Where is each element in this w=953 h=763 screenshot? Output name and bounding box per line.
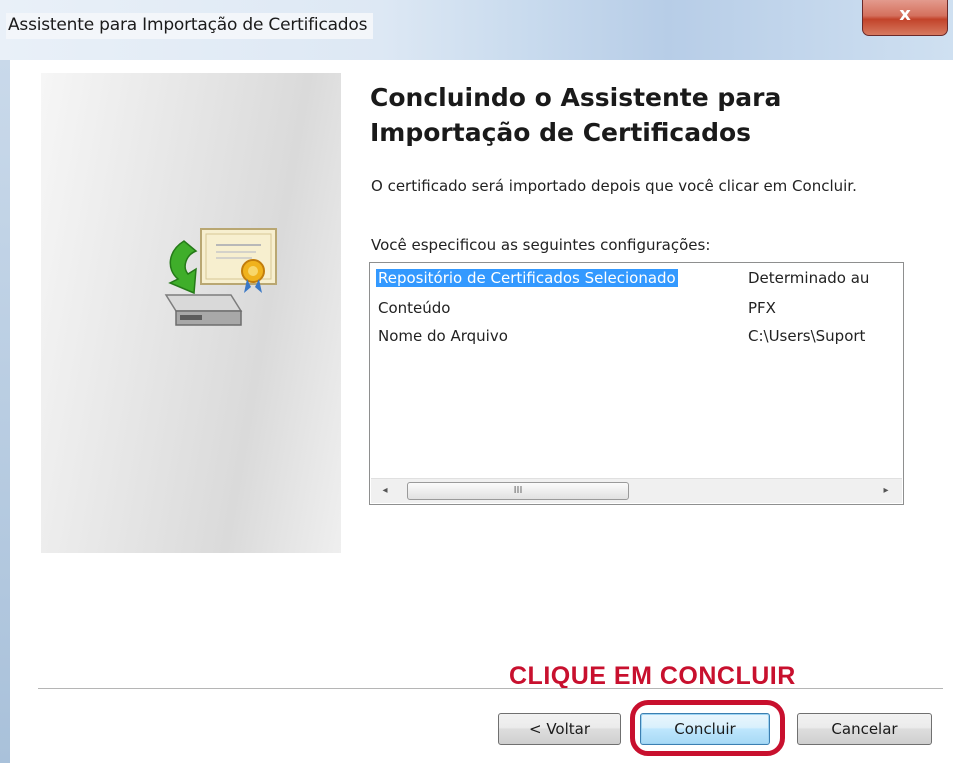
close-icon: x bbox=[899, 4, 911, 25]
scroll-grip-icon: III bbox=[513, 485, 523, 496]
setting-value: Determinado au bbox=[748, 269, 870, 287]
back-button[interactable]: < Voltar bbox=[498, 713, 621, 745]
scroll-thumb[interactable]: III bbox=[407, 482, 629, 500]
setting-value: PFX bbox=[748, 299, 776, 317]
page-title-line1: Concluindo o Assistente para bbox=[370, 83, 782, 112]
scroll-right-icon[interactable]: ▸ bbox=[878, 482, 894, 500]
page-title-line2: Importação de Certificados bbox=[370, 118, 752, 147]
setting-value: C:\Users\Suport bbox=[748, 327, 866, 345]
settings-label: Você especificou as seguintes configuraç… bbox=[371, 236, 711, 254]
title-bar[interactable]: Assistente para Importação de Certificad… bbox=[0, 0, 953, 60]
settings-list[interactable]: Repositório de Certificados Selecionado … bbox=[369, 262, 904, 505]
footer-divider-highlight bbox=[38, 689, 943, 690]
close-button[interactable]: x bbox=[862, 0, 948, 36]
setting-name: Nome do Arquivo bbox=[378, 327, 508, 345]
certificate-import-icon bbox=[164, 228, 277, 326]
scroll-left-icon[interactable]: ◂ bbox=[377, 482, 393, 500]
setting-name: Conteúdo bbox=[378, 299, 451, 317]
finish-highlight-circle bbox=[630, 700, 785, 756]
intro-text: O certificado será importado depois que … bbox=[371, 177, 857, 195]
cancel-button[interactable]: Cancelar bbox=[797, 713, 932, 745]
window-title: Assistente para Importação de Certificad… bbox=[6, 13, 374, 39]
page-title: Concluindo o Assistente para Importação … bbox=[370, 80, 840, 150]
setting-name: Repositório de Certificados Selecionado bbox=[376, 269, 678, 287]
instruction-annotation: CLIQUE EM CONCLUIR bbox=[509, 662, 796, 690]
horizontal-scrollbar[interactable]: ◂ III ▸ bbox=[371, 478, 902, 503]
window-left-border bbox=[0, 60, 10, 763]
wizard-banner bbox=[41, 73, 341, 553]
